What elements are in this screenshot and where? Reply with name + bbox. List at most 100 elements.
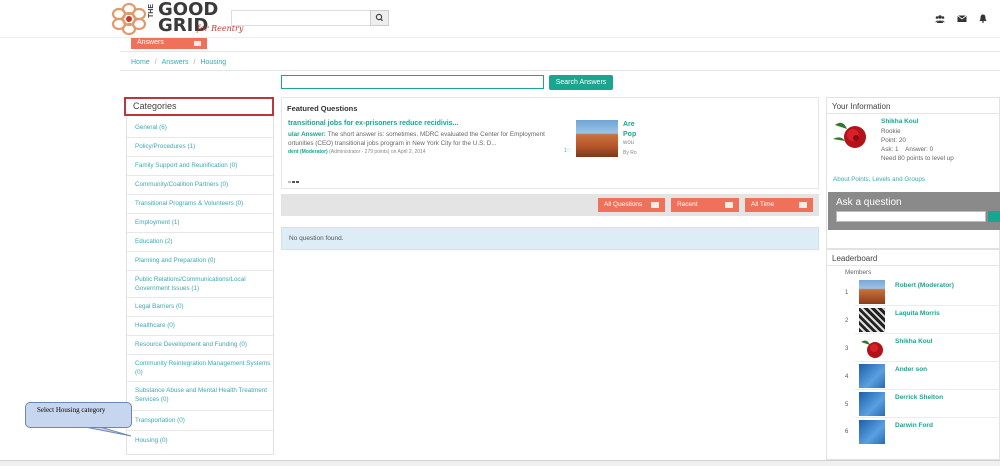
- about-points-link[interactable]: About Points, Levels and Groups: [833, 176, 925, 183]
- user-points: Point: 20: [881, 137, 906, 144]
- filter-recent[interactable]: Recent: [671, 198, 739, 212]
- breadcrumb-housing[interactable]: Housing: [200, 59, 226, 66]
- bell-icon[interactable]: [978, 14, 988, 23]
- header-search-input[interactable]: [231, 10, 371, 26]
- list-icon: [799, 202, 807, 208]
- user-next-level: Need 80 points to level up: [881, 155, 954, 162]
- leader-name-link[interactable]: Darwin Ford: [895, 422, 933, 429]
- breadcrumb-answers[interactable]: Answers: [162, 59, 189, 66]
- q2-line1: Are: [623, 121, 635, 128]
- ask-submit-button[interactable]: [988, 211, 1000, 222]
- like-count: 1♡: [564, 148, 571, 154]
- category-education[interactable]: Education (2): [127, 233, 273, 252]
- ask-question-input[interactable]: [836, 211, 986, 222]
- divider: [855, 389, 1000, 390]
- category-public-relations[interactable]: Public Relations/Communications/Local Go…: [127, 271, 273, 298]
- q2-author: By Ro: [623, 150, 637, 156]
- tutorial-callout: Select Housing category: [25, 402, 132, 428]
- leader-rank: 1: [845, 290, 849, 296]
- tab-answers[interactable]: Answers: [131, 38, 207, 49]
- category-healthcare[interactable]: Healthcare (0): [127, 317, 273, 336]
- leader-avatar[interactable]: [859, 364, 885, 388]
- callout-pointer: [84, 426, 132, 437]
- bottom-status-bar: [0, 460, 1000, 466]
- thumbs-up-icon: ♡: [566, 148, 572, 154]
- leader-rank: 2: [845, 318, 849, 324]
- user-avatar[interactable]: [831, 117, 869, 151]
- leader-rank: 6: [845, 429, 849, 435]
- categories-title: Categories: [124, 97, 274, 116]
- q2-line2: Pop: [623, 131, 637, 138]
- leader-name-link[interactable]: Shikha Koul: [895, 338, 933, 345]
- q2-snippet: wou: [623, 140, 635, 146]
- leader-avatar[interactable]: [859, 336, 885, 360]
- leader-name-link[interactable]: Laquita Morris: [895, 310, 940, 317]
- category-community-partners[interactable]: Community/Coalition Partners (0): [127, 176, 273, 195]
- featured-thumbnail[interactable]: [576, 120, 618, 157]
- logo-text: THE: [148, 4, 155, 18]
- featured-title: Featured Questions: [287, 104, 358, 113]
- search-icon: [375, 13, 383, 22]
- answer-label: ular Answer:: [288, 131, 326, 138]
- divider: [827, 265, 1000, 266]
- empty-results-message: No question found.: [281, 227, 819, 250]
- divider: [120, 51, 1000, 52]
- featured-question2-link[interactable]: Are Pop: [623, 120, 636, 140]
- tab-answers-label: Answers: [137, 39, 164, 46]
- leader-name-link[interactable]: Derrick Shelton: [895, 394, 943, 401]
- divider: [120, 70, 1000, 71]
- answer-text: The short answer is: sometimes. MDRC eva…: [288, 131, 545, 147]
- list-icon: [194, 41, 201, 46]
- filter-all-time[interactable]: All Time: [745, 198, 813, 212]
- members-label: Members: [845, 269, 872, 276]
- divider: [827, 113, 1000, 114]
- user-stats: Ask: 1 Answer: 0: [881, 146, 934, 153]
- leader-avatar[interactable]: [859, 420, 885, 444]
- user-rank: Rookie: [881, 128, 901, 135]
- answers-search-input[interactable]: [281, 75, 544, 89]
- divider: [855, 361, 1000, 362]
- category-housing[interactable]: Housing (0): [127, 431, 273, 450]
- category-community-reintegration[interactable]: Community Reintegration Management Syste…: [127, 355, 273, 382]
- divider: [855, 417, 1000, 418]
- category-resource-development[interactable]: Resource Development and Funding (0): [127, 336, 273, 355]
- header-search-button[interactable]: [370, 10, 389, 26]
- breadcrumb: Home / Answers / Housing: [131, 59, 227, 66]
- author-link[interactable]: dent (Moderator): [288, 149, 328, 155]
- category-planning[interactable]: Planning and Preparation (0): [127, 252, 273, 271]
- leader-rank: 4: [845, 374, 849, 380]
- category-transitional-programs[interactable]: Transitional Programs & Volunteers (0): [127, 195, 273, 214]
- leader-rank: 5: [845, 402, 849, 408]
- category-policy-procedures[interactable]: Policy/Procedures (1): [127, 138, 273, 157]
- category-employment[interactable]: Employment (1): [127, 214, 273, 233]
- user-info-title: Your Information: [832, 102, 891, 111]
- users-icon[interactable]: [935, 14, 945, 23]
- filter-label: All Questions: [604, 201, 643, 208]
- leaderboard-title: Leaderboard: [832, 254, 878, 263]
- user-name-link[interactable]: Shikha Koul: [881, 118, 919, 125]
- category-general[interactable]: General (6): [127, 119, 273, 138]
- leader-avatar[interactable]: [859, 392, 885, 416]
- category-family-support[interactable]: Family Support and Reunification (0): [127, 157, 273, 176]
- ask-title: Ask a question: [836, 197, 902, 208]
- category-substance-abuse[interactable]: Substance Abuse and Mental Health Treatm…: [127, 382, 273, 411]
- featured-meta: dent (Moderator) (Administrator - 279 po…: [288, 149, 426, 155]
- leader-name-link[interactable]: Robert (Moderator): [895, 282, 954, 289]
- leader-name-link[interactable]: Ander son: [895, 366, 927, 373]
- leader-rank: 3: [845, 346, 849, 352]
- filter-all-questions[interactable]: All Questions: [598, 198, 665, 212]
- featured-question-link[interactable]: transitional jobs for ex-prisoners reduc…: [288, 120, 458, 127]
- category-legal-barriers[interactable]: Legal Barriers (0): [127, 298, 273, 317]
- divider: [855, 305, 1000, 306]
- category-transportation[interactable]: Transportation (0): [127, 411, 273, 431]
- search-answers-button[interactable]: Search Answers: [549, 75, 613, 90]
- leader-avatar[interactable]: [859, 280, 885, 304]
- divider: [855, 333, 1000, 334]
- list-icon: [725, 202, 733, 208]
- carousel-dots[interactable]: [288, 180, 300, 184]
- filter-label: All Time: [751, 201, 775, 208]
- meta-text: (Administrator - 279 points) on April 2,…: [329, 149, 426, 155]
- mail-icon[interactable]: [957, 14, 967, 23]
- featured-answer: ular Answer: The short answer is: someti…: [288, 130, 568, 148]
- leader-avatar[interactable]: [859, 308, 885, 332]
